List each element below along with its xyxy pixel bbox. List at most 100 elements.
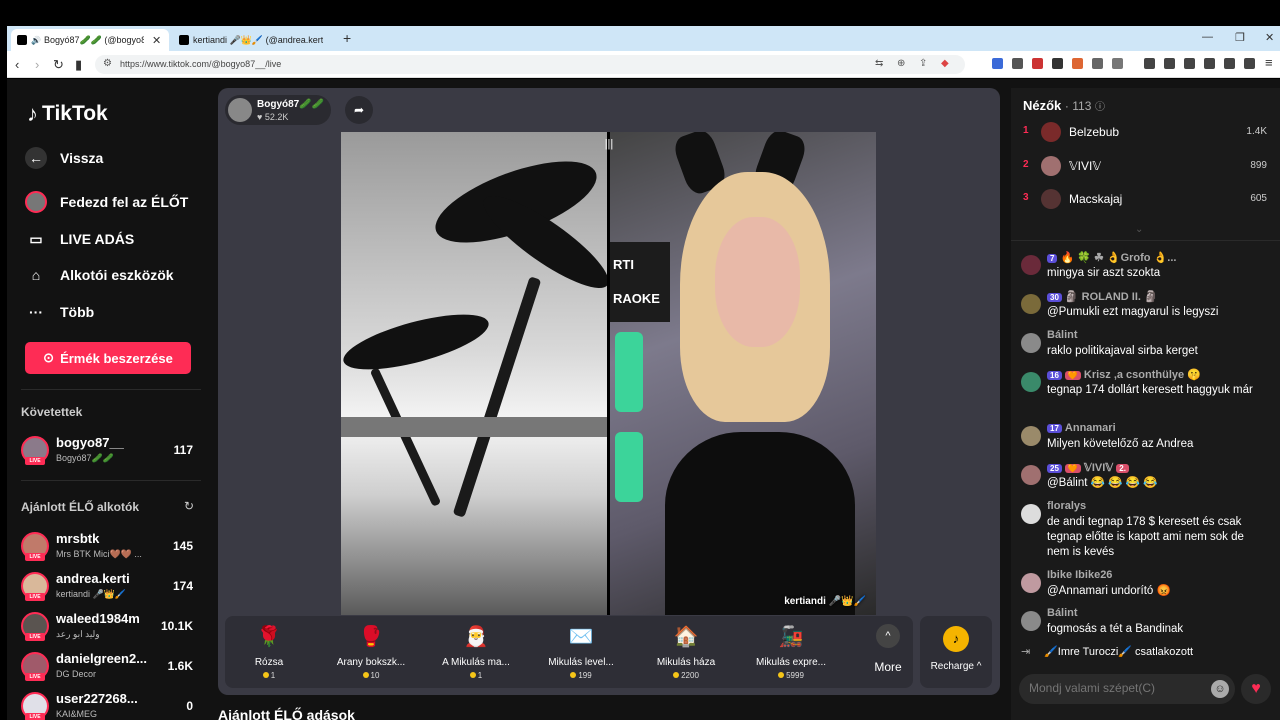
top-viewer-row[interactable]: 1 Belzebub 1.4K bbox=[1023, 120, 1267, 144]
vpn-icon[interactable] bbox=[1224, 58, 1235, 69]
viewer-name: Belzebub bbox=[1069, 125, 1120, 139]
brave-shield-icon[interactable]: ◆ bbox=[941, 58, 949, 69]
extension-icon[interactable] bbox=[1012, 58, 1023, 69]
minimize-icon[interactable]: — bbox=[1202, 31, 1213, 43]
like-heart-button[interactable]: ♥ bbox=[1241, 674, 1271, 704]
gift-name: Mikulás level... bbox=[548, 657, 614, 668]
host-info[interactable]: Bogyó87🥒🥒 ♥ 52.2K bbox=[225, 95, 331, 125]
browser-tab-active[interactable]: 🔊 Bogyó87🥒🥒 (@bogyo87__ ✕ bbox=[11, 29, 169, 51]
refresh-icon[interactable]: ↻ bbox=[184, 499, 194, 513]
recommended-account[interactable]: LIVE danielgreen2... DG Decor 1.6K bbox=[21, 649, 201, 685]
live-badge: LIVE bbox=[25, 457, 45, 465]
new-tab-button[interactable]: + bbox=[343, 30, 351, 46]
recommended-account[interactable]: LIVE waleed1984m وليد ابو رعد 10.1K bbox=[21, 609, 201, 645]
account-name: bogyo87__ bbox=[56, 435, 124, 450]
sidebar-icon[interactable] bbox=[1184, 58, 1195, 69]
share-icon[interactable]: ⇪ bbox=[919, 58, 927, 69]
viewer-count: 1.6K bbox=[167, 659, 193, 673]
site-info-icon[interactable]: ⚙ bbox=[103, 58, 112, 69]
nav-go-live[interactable]: ▭ LIVE ADÁS bbox=[25, 228, 134, 250]
reload-icon[interactable]: ↻ bbox=[53, 57, 64, 73]
extension-icon[interactable] bbox=[1032, 58, 1043, 69]
browser-tab-inactive[interactable]: kertiandi 🎤👑🖌️ (@andrea.kerti) Éle bbox=[173, 29, 331, 51]
emoji-icon[interactable]: ☺ bbox=[1211, 680, 1229, 698]
gift-item[interactable]: 🌹 Rózsa 1 bbox=[221, 622, 317, 684]
avatar bbox=[1021, 372, 1041, 392]
extension-icon[interactable] bbox=[1072, 58, 1083, 69]
bookmark-icon[interactable]: ▮ bbox=[75, 57, 82, 73]
get-coins-button[interactable]: ⊙ Érmék beszerzése bbox=[25, 342, 191, 374]
extension-icon[interactable] bbox=[992, 58, 1003, 69]
tiktok-logo[interactable]: ♪ TikTok bbox=[27, 101, 108, 127]
chat-text: raklo politikajaval sirba kerget bbox=[1047, 345, 1198, 357]
join-icon: ⇥ bbox=[1021, 646, 1031, 658]
guest-video-feed: RTI RAOKE kertiandi 🎤👑🖌️ bbox=[610, 132, 876, 615]
get-coins-label: Érmék beszerzése bbox=[60, 350, 173, 366]
top-viewer-row[interactable]: 3 Macskajaj 605 bbox=[1023, 187, 1267, 211]
close-window-icon[interactable]: ✕ bbox=[1265, 31, 1274, 44]
share-button[interactable]: ➦ bbox=[345, 96, 373, 124]
gift-item[interactable]: 🎅 A Mikulás ma... 1 bbox=[428, 622, 524, 684]
gift-item[interactable]: 🏠 Mikulás háza 2200 bbox=[638, 622, 734, 684]
nav-label: Alkotói eszközök bbox=[60, 267, 174, 283]
nav-explore-live[interactable]: Fedezd fel az ÉLŐT bbox=[25, 191, 188, 213]
zoom-icon[interactable]: ⊕ bbox=[897, 58, 905, 69]
gift-item[interactable]: 🚂 Mikulás expre... 5999 bbox=[743, 622, 839, 684]
chat-message[interactable]: Bálint raklo politikajaval sirba kerget bbox=[1021, 329, 1266, 361]
menu-icon[interactable]: ≡ bbox=[1265, 55, 1273, 70]
nav-creator-tools[interactable]: ⌂ Alkotói eszközök bbox=[25, 264, 174, 286]
address-bar[interactable]: ⚙ https://www.tiktok.com/@bogyo87__/live… bbox=[95, 55, 965, 74]
live-video[interactable]: RTI RAOKE kertiandi 🎤👑🖌️ ||| bbox=[341, 132, 876, 615]
gift-price: 2200 bbox=[638, 671, 734, 680]
speaker-icon[interactable]: 🔊 bbox=[31, 36, 41, 45]
info-icon[interactable]: ⓘ bbox=[1095, 102, 1105, 113]
tab-close-icon[interactable]: ✕ bbox=[152, 34, 161, 47]
face bbox=[715, 217, 800, 347]
recommended-account[interactable]: LIVE user227268... KAI&MEG 0 bbox=[21, 689, 201, 720]
more-gifts-button[interactable]: ^ More bbox=[866, 624, 910, 682]
download-icon[interactable] bbox=[1144, 58, 1155, 69]
gift-price-value: 10 bbox=[370, 671, 380, 680]
audio-bars-icon: ||| bbox=[604, 138, 614, 150]
chat-message[interactable]: 30 🗿 ROLAND II. 🗿 @Pumukli ezt magyarul i… bbox=[1021, 290, 1266, 322]
forward-icon[interactable]: › bbox=[35, 57, 39, 72]
chat-username: Annamari bbox=[1064, 422, 1116, 434]
nav-more[interactable]: ··· Több bbox=[25, 301, 94, 323]
chevron-down-icon[interactable]: ⌄ bbox=[1135, 224, 1143, 235]
maximize-icon[interactable]: ❐ bbox=[1235, 31, 1245, 44]
recommended-account[interactable]: LIVE andrea.kerti kertiandi 🎤👑🖌️ 174 bbox=[21, 569, 201, 605]
chat-input[interactable] bbox=[1029, 681, 1189, 695]
live-badge: LIVE bbox=[25, 553, 45, 561]
chat-message[interactable]: floralys de andi tegnap 178 $ keresett é… bbox=[1021, 500, 1266, 562]
back-link[interactable]: ← Vissza bbox=[25, 147, 103, 169]
avatar bbox=[1021, 294, 1041, 314]
extension-icon[interactable] bbox=[1112, 58, 1123, 69]
puzzle-icon[interactable] bbox=[1092, 58, 1103, 69]
chat-message[interactable]: 25 🧡 𝕍IVI𝕍 2. @Bálint 😂 😂 😂 😂 bbox=[1021, 461, 1266, 493]
back-icon[interactable]: ‹ bbox=[15, 57, 19, 72]
gift-item[interactable]: 🥊 Arany bokszk... 10 bbox=[323, 622, 419, 684]
extension-icon[interactable] bbox=[1052, 58, 1063, 69]
following-account[interactable]: LIVE bogyo87__ Bogyó87🥒🥒 117 bbox=[21, 433, 201, 469]
top-viewer-row[interactable]: 2 𝕍IVI𝕍 899 bbox=[1023, 154, 1267, 178]
wallet-icon[interactable] bbox=[1204, 58, 1215, 69]
translate-icon[interactable]: ⇆ bbox=[875, 58, 883, 69]
recharge-button[interactable]: ♪ Recharge ^ bbox=[920, 616, 992, 688]
live-badge: LIVE bbox=[25, 713, 45, 720]
gift-name: A Mikulás ma... bbox=[442, 657, 510, 668]
chat-message[interactable]: 7 🔥 🍀 ☘ 👌Grofo 👌... mingya sir aszt szokt… bbox=[1021, 251, 1266, 283]
viewers-header[interactable]: Nézők · 113 ⓘ bbox=[1023, 98, 1105, 113]
chat-message[interactable]: 16 🧡 Krisz ,a csonthülye 🤫 tegnap 174 doll… bbox=[1021, 368, 1266, 414]
gift-item[interactable]: ✉️ Mikulás level... 199 bbox=[533, 622, 629, 684]
chat-message[interactable]: Ibike Ibike26 @Annamari undorító 😡 bbox=[1021, 569, 1266, 601]
media-icon[interactable] bbox=[1164, 58, 1175, 69]
chat-message[interactable]: Bálint fogmosás a tét a Bandinak bbox=[1021, 607, 1266, 639]
chat-text: fogmosás a tét a Bandinak bbox=[1047, 623, 1184, 635]
avatar bbox=[1021, 573, 1041, 593]
shield-icon[interactable] bbox=[1244, 58, 1255, 69]
chat-message[interactable]: 17 Annamari Milyen követelőző az Andrea bbox=[1021, 422, 1266, 454]
partner-name[interactable]: kertiandi 🎤👑🖌️ bbox=[784, 596, 866, 607]
browser-toolbar: ‹ › ↻ ▮ ⚙ https://www.tiktok.com/@bogyo8… bbox=[7, 51, 1280, 78]
recommended-account[interactable]: LIVE mrsbtk Mrs BTK Mici🤎🤎 ... 145 bbox=[21, 529, 201, 565]
rank-number: 3 bbox=[1023, 192, 1029, 203]
